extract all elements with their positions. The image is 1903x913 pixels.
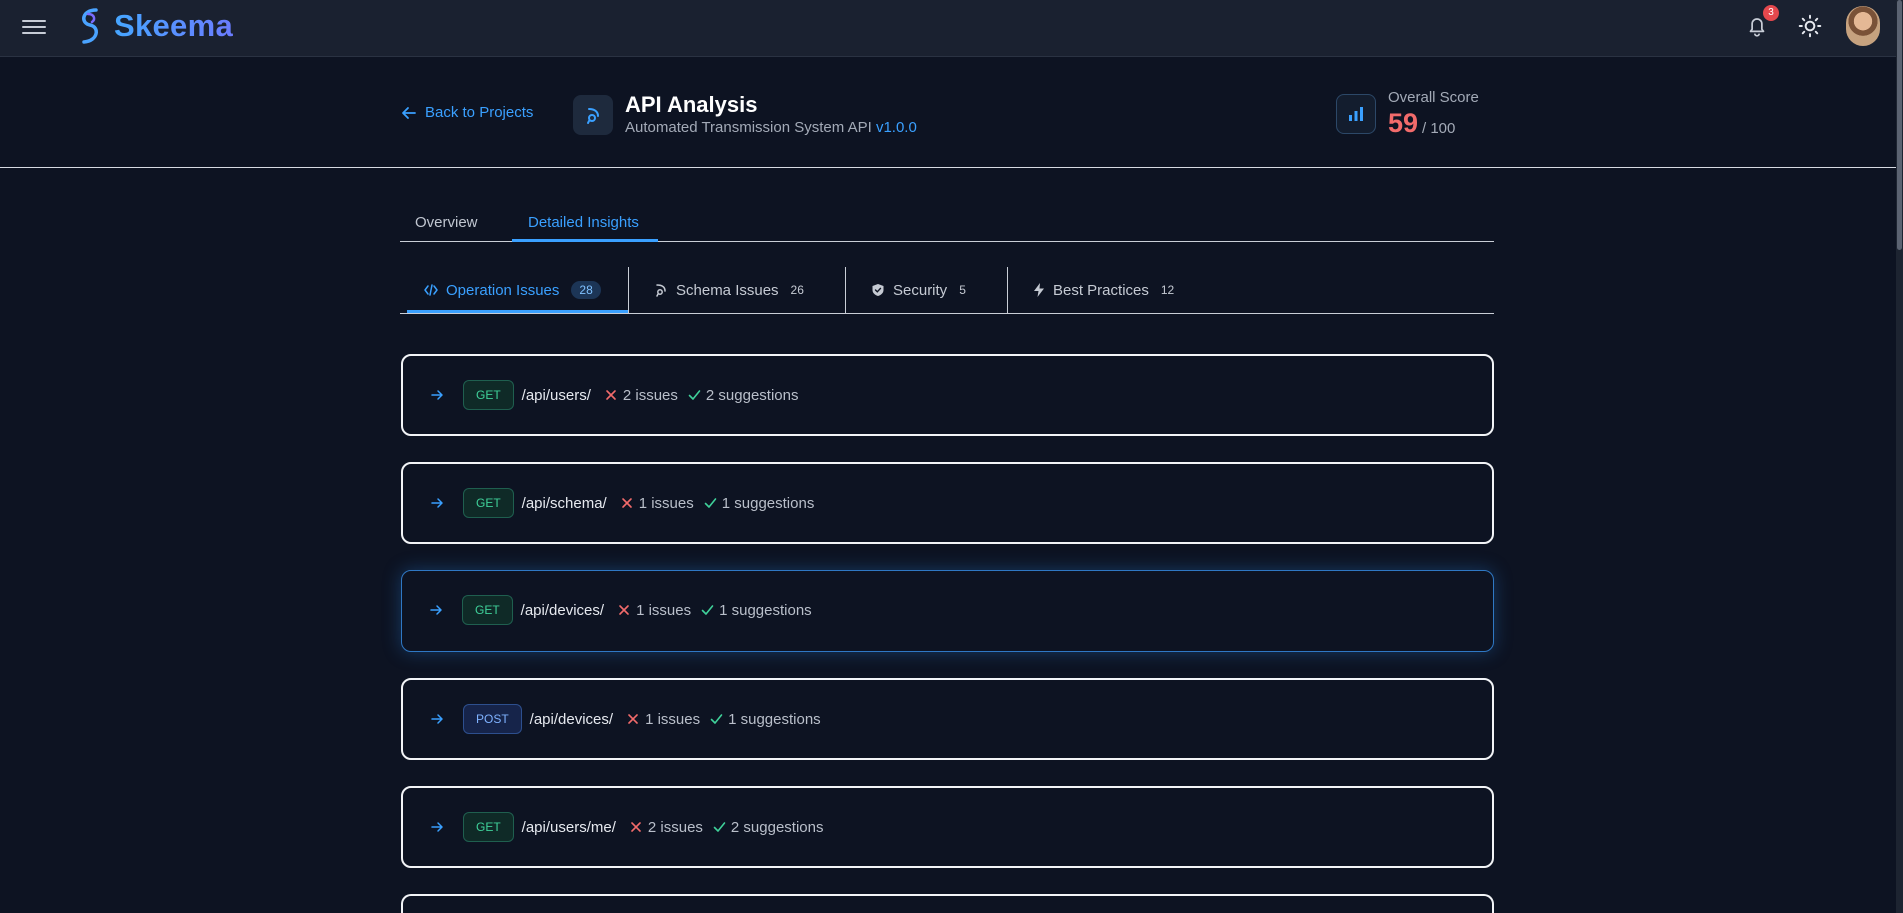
subtab-security[interactable]: Security 5 — [871, 267, 966, 313]
x-icon — [606, 390, 616, 400]
suggestion-count: 1 suggestions — [719, 601, 812, 619]
x-icon — [631, 822, 641, 832]
page-title: API Analysis — [625, 92, 758, 117]
subtab-count: 26 — [790, 283, 804, 297]
notification-badge: 3 — [1763, 5, 1779, 21]
suggestion-count: 2 suggestions — [705, 386, 799, 404]
operation-card[interactable]: GET /api/devices/ 1 issues 1 suggestions — [401, 570, 1494, 652]
suggestion-count: 1 suggestions — [721, 494, 815, 512]
app-name: Skeema — [114, 8, 234, 43]
operation-card[interactable]: GET /api/schema/ 1 issues 1 suggestions — [401, 462, 1494, 544]
subtab-count: 5 — [959, 283, 966, 297]
arrow-right-icon[interactable] — [428, 603, 444, 617]
check-icon — [710, 714, 723, 724]
subtab-best-practices[interactable]: Best Practices 12 — [1033, 267, 1174, 313]
check-icon — [688, 390, 701, 400]
method-badge: GET — [463, 812, 514, 842]
x-icon — [619, 605, 629, 615]
page-header — [0, 57, 1896, 168]
back-label: Back to Projects — [425, 104, 534, 121]
subtab-count: 28 — [571, 281, 601, 299]
api-name: Automated Transmission System API — [625, 119, 872, 136]
method-badge: GET — [463, 380, 514, 410]
project-icon — [573, 95, 613, 135]
skeema-logo-icon — [82, 8, 98, 44]
subtab-operation-issues[interactable]: Operation Issues 28 — [424, 267, 601, 313]
endpoint-path: /api/devices/ — [520, 601, 605, 619]
arrow-right-icon[interactable] — [429, 388, 445, 402]
arrow-right-icon[interactable] — [429, 496, 445, 510]
score-icon — [1336, 94, 1376, 134]
score-label: Overall Score — [1388, 89, 1479, 106]
back-to-projects-link[interactable]: Back to Projects — [401, 104, 533, 121]
subtab-count: 12 — [1160, 283, 1175, 297]
method-badge: POST — [463, 704, 522, 734]
suggestion-count: 2 suggestions — [730, 818, 824, 836]
issue-count: 1 issues — [636, 601, 692, 619]
active-tab-indicator — [512, 239, 658, 242]
subtab-label: Best Practices — [1053, 281, 1149, 299]
arrow-right-icon[interactable] — [429, 712, 445, 726]
subtab-divider — [845, 267, 846, 313]
method-badge: GET — [463, 488, 514, 518]
top-bar: Skeema 3 — [0, 0, 1896, 57]
bar-chart-icon — [1349, 107, 1363, 121]
issue-count: 1 issues — [638, 494, 694, 512]
issue-count: 2 issues — [622, 386, 678, 404]
endpoint-path: /api/devices/ — [529, 710, 614, 728]
suggestion-count: 1 suggestions — [728, 710, 821, 728]
page-subtitle: Automated Transmission System API v1.0.0 — [625, 119, 917, 136]
score-max: / 100 — [1422, 120, 1456, 137]
main-tabs: Overview Detailed Insights — [400, 204, 1494, 242]
operation-card[interactable]: POST /api/devices/ 1 issues 1 suggestion… — [401, 678, 1494, 760]
issue-count: 1 issues — [645, 710, 701, 728]
operation-card[interactable]: GET /api/users/ 2 issues 2 suggestions — [401, 354, 1494, 436]
check-icon — [704, 498, 717, 508]
scrollbar-thumb[interactable] — [1897, 0, 1902, 250]
theme-toggle-icon[interactable] — [1797, 13, 1823, 39]
api-icon — [587, 108, 599, 124]
tab-overview[interactable]: Overview — [415, 214, 478, 231]
issue-count: 2 issues — [647, 818, 703, 836]
code-icon — [424, 284, 438, 296]
shield-icon — [872, 284, 884, 296]
menu-icon[interactable] — [22, 16, 46, 36]
subtab-schema-issues[interactable]: Schema Issues 26 — [654, 267, 804, 313]
x-icon — [628, 714, 638, 724]
endpoint-path: /api/schema/ — [521, 494, 607, 512]
tab-detailed-insights[interactable]: Detailed Insights — [528, 214, 639, 231]
arrow-left-icon — [402, 106, 416, 119]
schema-icon — [656, 284, 666, 297]
endpoint-path: /api/users/ — [521, 386, 591, 404]
endpoint-path: /api/users/me/ — [521, 818, 616, 836]
subtab-divider — [1007, 267, 1008, 313]
active-subtab-indicator — [407, 310, 628, 313]
score-value: 59 — [1388, 108, 1419, 138]
x-icon — [621, 498, 632, 508]
app-logo[interactable]: Skeema — [74, 5, 233, 47]
method-badge: GET — [462, 595, 513, 625]
subtab-label: Operation Issues — [446, 281, 560, 299]
subtab-label: Schema Issues — [676, 281, 779, 299]
bolt-icon — [1034, 283, 1044, 297]
avatar[interactable] — [1846, 6, 1880, 46]
arrow-right-icon[interactable] — [429, 820, 445, 834]
check-icon — [701, 605, 714, 615]
operation-card[interactable]: GET /api/users/me/ 2 issues 2 suggestion… — [401, 786, 1494, 868]
subtab-divider — [628, 267, 629, 313]
check-icon — [713, 822, 726, 832]
operation-card[interactable] — [401, 894, 1494, 913]
insight-subtabs: Operation Issues 28 Schema Issues 26 Sec… — [400, 267, 1494, 314]
subtab-label: Security — [893, 281, 948, 299]
api-version: v1.0.0 — [875, 119, 917, 136]
